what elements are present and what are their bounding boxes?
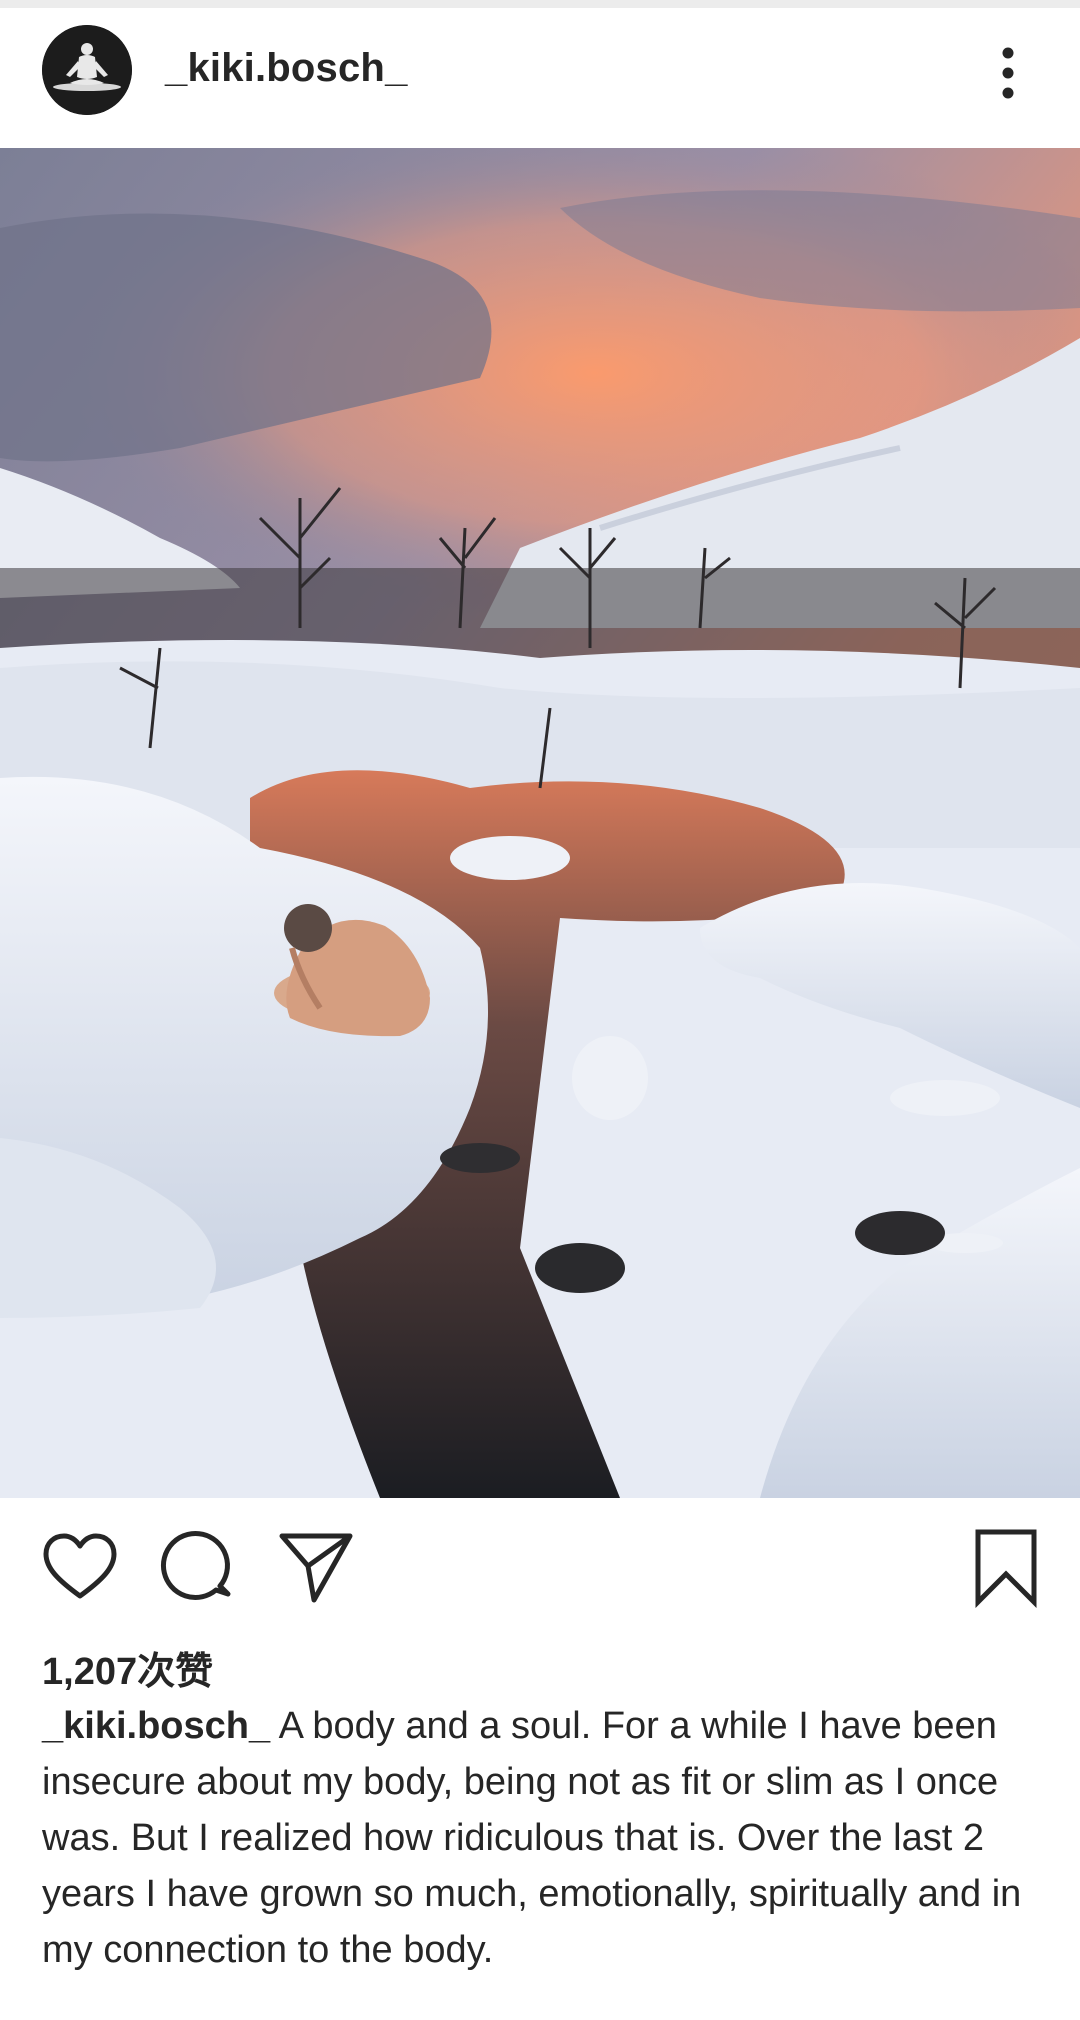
action-bar (0, 1498, 1080, 1638)
post-header: _kiki.bosch_ (0, 8, 1080, 148)
caption-username[interactable]: _kiki.bosch_ (42, 1705, 270, 1747)
post-photo[interactable] (0, 148, 1080, 1498)
paper-plane-icon[interactable] (276, 1528, 356, 1608)
post-username[interactable]: _kiki.bosch_ (165, 46, 408, 91)
likes-count[interactable]: 1,207次赞 (42, 1640, 213, 1695)
bookmark-icon[interactable] (968, 1528, 1048, 1609)
comment-icon[interactable] (158, 1528, 238, 1608)
post-caption: _kiki.bosch_ A body and a soul. For a wh… (42, 1698, 1042, 1978)
avatar[interactable] (42, 25, 132, 115)
heart-icon[interactable] (40, 1528, 120, 1608)
more-vertical-icon[interactable] (990, 43, 1030, 103)
top-divider (0, 0, 1080, 8)
